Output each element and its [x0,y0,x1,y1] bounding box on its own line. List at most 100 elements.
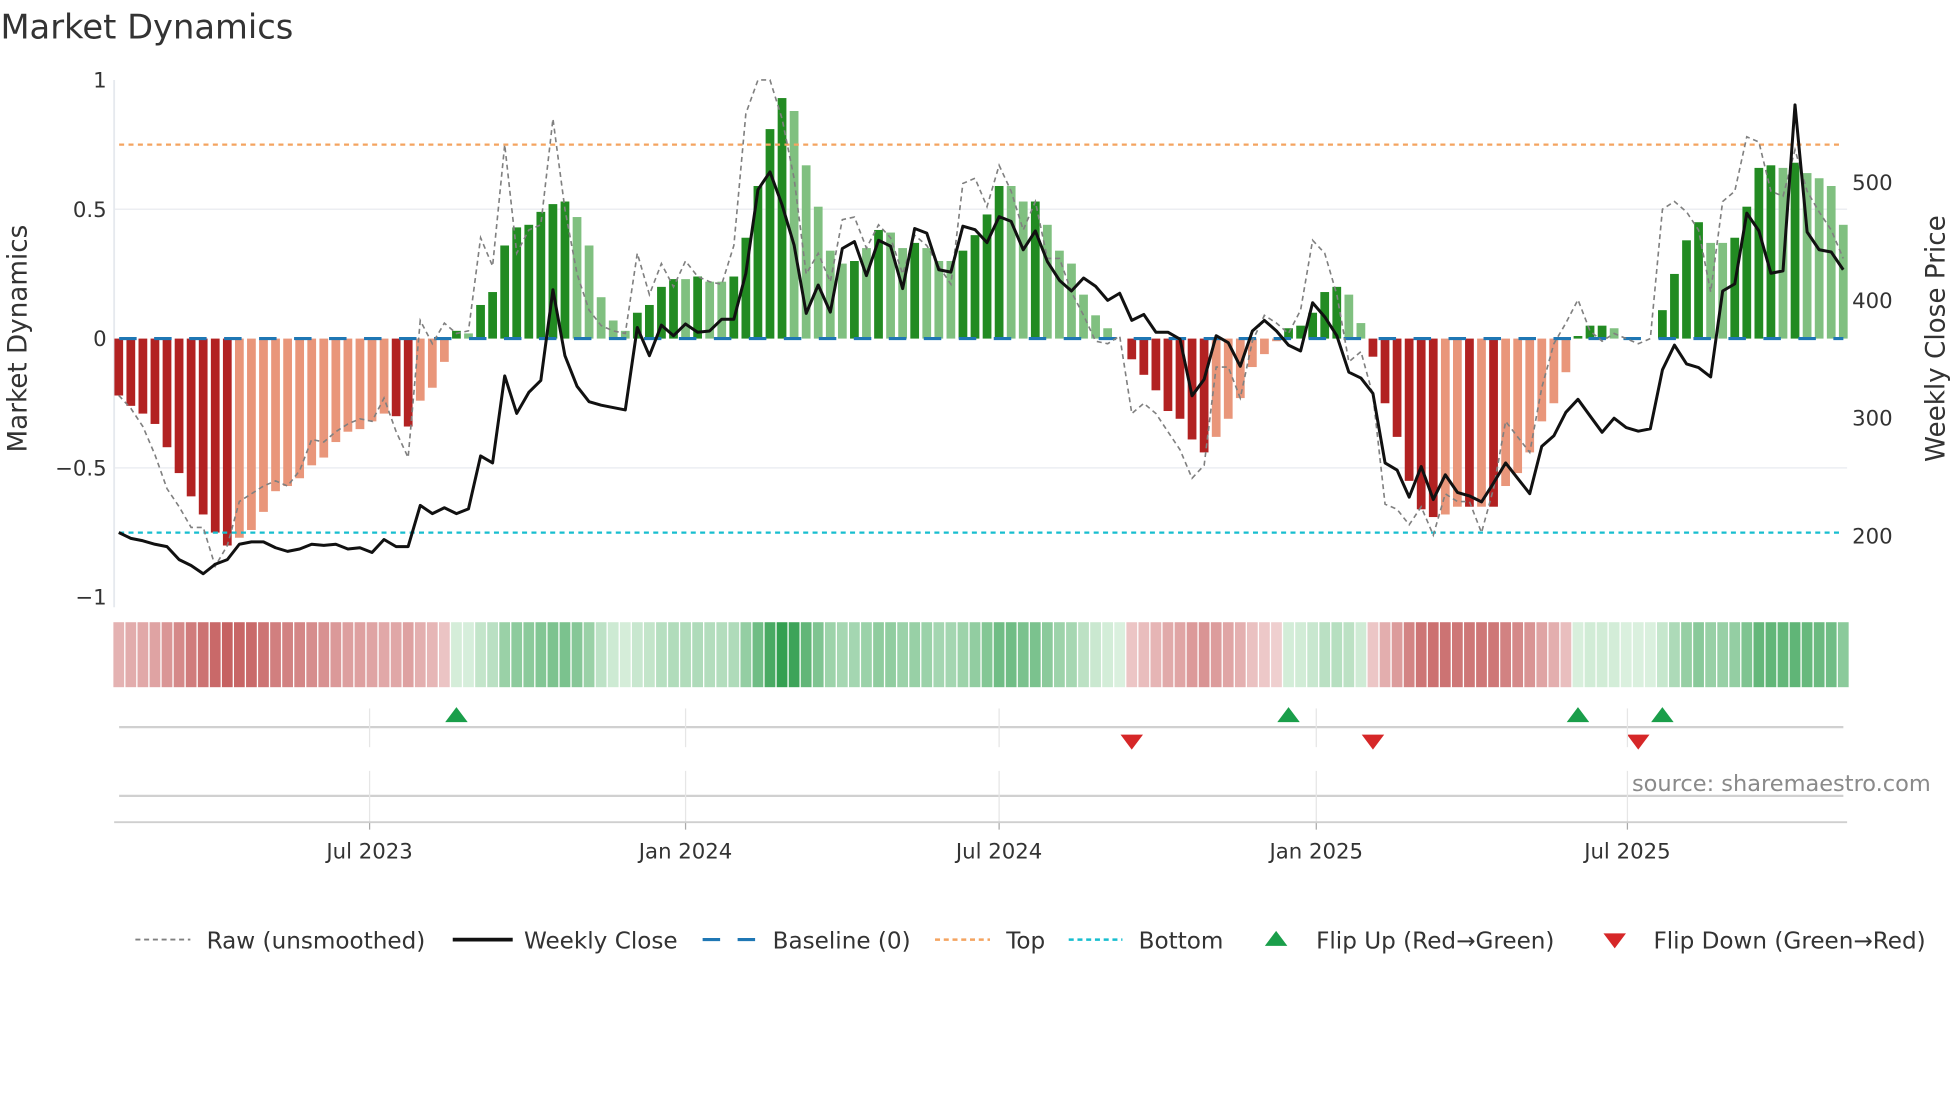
y2-tick-label: 300 [1852,407,1893,432]
heat-cell [933,622,945,688]
heat-cell [499,622,511,688]
y-tick-label: 0 [93,327,107,352]
x-tick-label: Jan 2025 [1268,839,1364,864]
bar [1260,338,1269,355]
heat-cell [668,622,679,688]
heat-cell [1090,622,1101,688]
levels [119,143,1844,534]
heat-cell [812,622,824,688]
bar [1440,338,1450,515]
flip-up-marker [1566,707,1590,723]
heat-cell [1246,622,1258,688]
heat-cell [246,622,257,688]
heat-cell [897,622,909,688]
heat-cell [1500,622,1511,688]
heat-cell [306,622,318,688]
heat-cell [873,622,884,688]
heat-cell [704,622,716,688]
lines [118,79,1845,576]
heat-cell [1138,622,1150,688]
heat-cell [1765,622,1777,688]
y-tick-label: 0.5 [73,198,107,223]
heat-cell [1452,622,1463,688]
heat-cell [583,622,595,688]
bar [1694,222,1703,339]
heat-cell [463,622,474,688]
heat-cell [1391,622,1403,688]
heat-cell [631,622,643,688]
heat-cell [559,622,571,688]
bar [717,281,727,339]
heat-cell [1464,622,1475,688]
legend-flip-up-label: Flip Up (Red→Green) [1316,928,1554,954]
bar [1790,162,1800,339]
legend-flip-down-label: Flip Down (Green→Red) [1653,928,1925,954]
heat-cell [1693,622,1704,688]
heat-cell [909,622,921,688]
x-tick-label: Jul 2023 [324,839,412,864]
heat-cell [1271,622,1282,688]
bar [403,338,413,427]
heat-cell [1753,622,1765,688]
heat-cell [1078,622,1089,688]
heat-strip [113,622,1849,688]
bar [162,338,172,448]
bar [114,338,124,396]
heat-cell [607,622,619,688]
flip-up-marker [1651,707,1674,723]
bar [391,338,401,417]
flip-up-marker [445,707,468,723]
heat-cell [1837,622,1849,688]
heat-cell [1041,622,1053,688]
heat-cell [1705,622,1716,688]
heat-cell [1789,622,1801,688]
heat-cell [185,622,197,688]
heat-cell [1174,622,1186,688]
bar [862,248,871,339]
bar [1477,338,1486,507]
heat-cell [692,622,703,688]
bar [343,338,353,432]
heat-cell [1657,622,1668,688]
x-axis-ticks: Jul 2023 Jan 2024 Jul 2024 Jan 2025 Jul 2025 [119,708,1844,864]
flip-up-marker [1277,707,1300,723]
heat-cell [1379,622,1391,688]
bar [1573,336,1583,339]
bar [934,261,944,339]
y-axis-label: Market Dynamics [4,225,34,453]
heat-cell [426,622,438,688]
bar [198,338,208,515]
bar [283,338,292,487]
y2-tick-label: 200 [1852,525,1893,550]
heat-cell [1415,622,1427,688]
legend-flip-down-icon [1603,933,1626,949]
heat-cell [981,622,993,688]
heat-cell [1307,622,1319,688]
legend-close-label: Weekly Close [524,928,678,954]
bar [355,338,365,430]
heat-cell [221,622,233,688]
heat-cell [451,622,462,688]
heat-cell [1427,622,1439,688]
y-tick-label: −1 [75,586,106,611]
heat-cell [1620,622,1632,688]
heat-cell [849,622,860,688]
heat-cell [547,622,559,688]
heat-cell [1717,622,1729,688]
heat-cell [1198,622,1210,688]
heat-cell [294,622,306,688]
bar [922,248,932,339]
heat-cell [752,622,764,688]
heat-cell [993,622,1005,688]
bar [440,338,449,362]
heat-cell [330,622,342,688]
heat-cell [1355,622,1367,688]
bar [524,224,534,339]
bar [536,211,546,339]
heat-cell [1476,622,1487,688]
heat-cell [1813,622,1825,688]
bar [1549,338,1559,404]
heat-cell [1162,622,1174,688]
y2-tick-label: 500 [1852,171,1893,196]
bar [584,245,594,339]
